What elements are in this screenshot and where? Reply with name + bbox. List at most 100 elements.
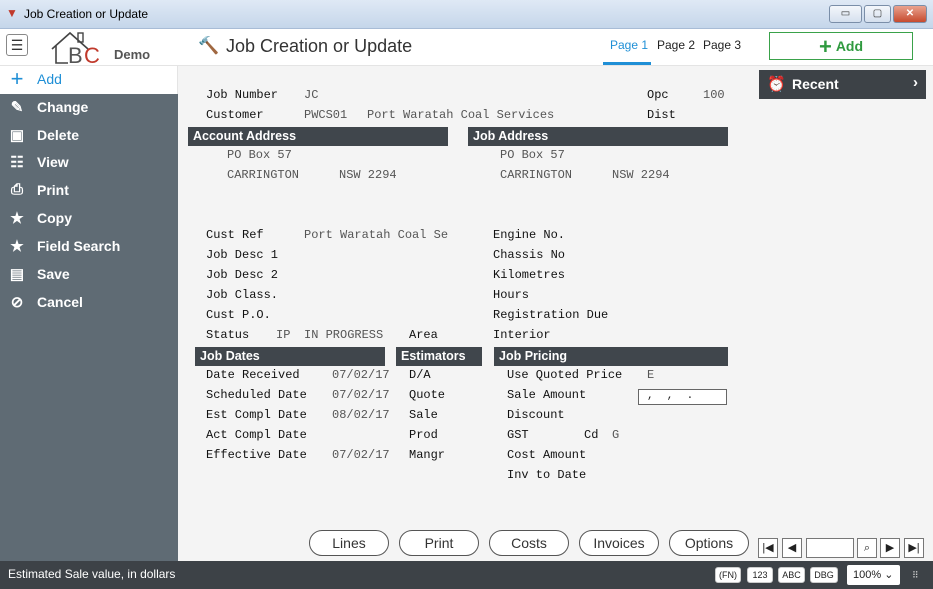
- previous-record-icon[interactable]: ◀: [782, 538, 802, 558]
- sidebar-item-change[interactable]: ✎ Change: [0, 94, 178, 122]
- account-address-header: Account Address: [188, 127, 448, 146]
- use-quoted-price-field[interactable]: E: [647, 368, 654, 382]
- sidebar-item-copy[interactable]: ★ Copy: [0, 205, 178, 233]
- account-address-city[interactable]: CARRINGTON: [227, 168, 299, 182]
- opc-label: Opc: [647, 88, 669, 102]
- cost-amount-label: Cost Amount: [507, 448, 587, 462]
- minimize-button[interactable]: ▭: [829, 5, 862, 23]
- search-icon[interactable]: ⌕: [857, 538, 877, 558]
- est-compl-date-field[interactable]: 08/02/17: [332, 408, 390, 422]
- add-button[interactable]: + Add: [769, 32, 913, 60]
- logo-caption: Demo: [114, 47, 151, 62]
- job-desc-1-label: Job Desc 1: [206, 248, 279, 262]
- zoom-value: 100%: [853, 569, 882, 581]
- scheduled-date-field[interactable]: 07/02/17: [332, 388, 390, 402]
- record-search-input[interactable]: [806, 538, 854, 558]
- tab-page-1[interactable]: Page 1: [610, 38, 648, 52]
- account-address-state[interactable]: NSW 2294: [339, 168, 397, 182]
- estimator-da-label: D/A: [409, 368, 431, 382]
- estimator-mangr-label: Mangr: [409, 448, 446, 462]
- est-compl-date-label: Est Compl Date: [206, 408, 307, 422]
- zoom-select[interactable]: 100% ⌄: [847, 565, 900, 585]
- job-address-header: Job Address: [468, 127, 728, 146]
- account-address-line1[interactable]: PO Box 57: [227, 148, 292, 162]
- window-titlebar: ▼ Job Creation or Update ▭ ▢ ✕: [0, 0, 933, 29]
- ban-icon: ⊘: [10, 294, 24, 311]
- print-button[interactable]: Print: [399, 530, 479, 556]
- job-dates-header: Job Dates: [195, 347, 385, 366]
- interior-label: Interior: [493, 328, 551, 342]
- sidebar-item-field-search[interactable]: ★ Field Search: [0, 233, 178, 261]
- first-record-icon[interactable]: |◀: [758, 538, 778, 558]
- date-received-field[interactable]: 07/02/17: [332, 368, 390, 382]
- estimator-prod-label: Prod: [409, 428, 438, 442]
- use-quoted-price-label: Use Quoted Price: [507, 368, 623, 382]
- numeric-badge[interactable]: 123: [747, 567, 773, 583]
- cust-ref-field[interactable]: Port Waratah Coal Se: [304, 228, 448, 242]
- list-icon: ☷: [10, 154, 24, 171]
- sidebar-item-save[interactable]: ▤ Save: [0, 261, 178, 289]
- invoices-button[interactable]: Invoices: [579, 530, 659, 556]
- sidebar-item-delete[interactable]: ▣ Delete: [0, 122, 178, 150]
- status-label: Status: [206, 328, 250, 342]
- trash-icon: ▣: [9, 127, 25, 144]
- cust-ref-label: Cust Ref: [206, 228, 264, 242]
- tab-page-3[interactable]: Page 3: [703, 38, 741, 52]
- status-code-field[interactable]: IP: [276, 328, 290, 342]
- discount-label: Discount: [507, 408, 565, 422]
- area-label: Area: [409, 328, 438, 342]
- recent-label: Recent: [792, 76, 839, 92]
- lines-button[interactable]: Lines: [309, 530, 389, 556]
- job-address-state[interactable]: NSW 2294: [612, 168, 670, 182]
- job-address-city[interactable]: CARRINGTON: [500, 168, 572, 182]
- sidebar-item-print[interactable]: ⎙ Print: [0, 177, 178, 205]
- options-button[interactable]: Options: [669, 530, 749, 556]
- fn-badge[interactable]: (FN): [715, 567, 741, 583]
- star-icon: ★: [10, 238, 24, 255]
- sidebar-item-label: Print: [37, 182, 69, 198]
- plus-icon: +: [818, 34, 832, 59]
- estimators-header: Estimators: [396, 347, 482, 366]
- sidebar-item-add[interactable]: + Add: [0, 66, 178, 94]
- sidebar-item-label: Copy: [37, 210, 72, 226]
- sidebar-item-view[interactable]: ☷ View: [0, 149, 178, 177]
- floppy-icon: ▤: [9, 266, 25, 283]
- caps-badge[interactable]: ABC: [778, 567, 805, 583]
- sale-amount-input[interactable]: , , .: [638, 389, 727, 405]
- chevron-right-icon: ›: [913, 74, 918, 91]
- app-logo-icon: ▼: [6, 6, 18, 20]
- svg-text:C: C: [84, 43, 100, 65]
- hamburger-menu-button[interactable]: ☰: [6, 34, 28, 56]
- recent-button[interactable]: ⏰ Recent ›: [759, 70, 926, 99]
- estimator-sale-label: Sale: [409, 408, 438, 422]
- next-record-icon[interactable]: ▶: [880, 538, 900, 558]
- status-text-value: IN PROGRESS: [304, 328, 384, 342]
- app-header: ☰ B C Demo 🔨 Job Creation or Update Page…: [0, 29, 933, 66]
- sale-amount-label: Sale Amount: [507, 388, 587, 402]
- customer-code-field[interactable]: PWCS01: [304, 108, 347, 122]
- costs-button[interactable]: Costs: [489, 530, 569, 556]
- tab-page-2[interactable]: Page 2: [657, 38, 695, 52]
- page-title: Job Creation or Update: [226, 36, 413, 56]
- sidebar-item-label: Field Search: [37, 238, 121, 254]
- job-number-field[interactable]: JC: [304, 88, 318, 102]
- svg-text:B: B: [68, 43, 83, 65]
- resize-grip-icon[interactable]: ⠿: [912, 570, 919, 581]
- effective-date-label: Effective Date: [206, 448, 307, 462]
- debug-badge[interactable]: DBG: [810, 567, 838, 583]
- maximize-button[interactable]: ▢: [864, 5, 891, 23]
- alarm-clock-icon: ⏰: [767, 76, 786, 93]
- close-button[interactable]: ✕: [893, 5, 927, 23]
- sidebar-item-label: Save: [37, 266, 70, 282]
- effective-date-field[interactable]: 07/02/17: [332, 448, 390, 462]
- gst-cd-field[interactable]: G: [612, 428, 619, 442]
- sidebar-item-cancel[interactable]: ⊘ Cancel: [0, 289, 178, 317]
- sidebar-item-label: Cancel: [37, 294, 83, 310]
- opc-field[interactable]: 100: [703, 88, 725, 102]
- last-record-icon[interactable]: ▶|: [904, 538, 924, 558]
- job-address-line1[interactable]: PO Box 57: [500, 148, 565, 162]
- estimator-quote-label: Quote: [409, 388, 446, 402]
- sidebar-item-label: View: [37, 154, 69, 170]
- active-tab-indicator: [603, 62, 651, 65]
- date-received-label: Date Received: [206, 368, 300, 382]
